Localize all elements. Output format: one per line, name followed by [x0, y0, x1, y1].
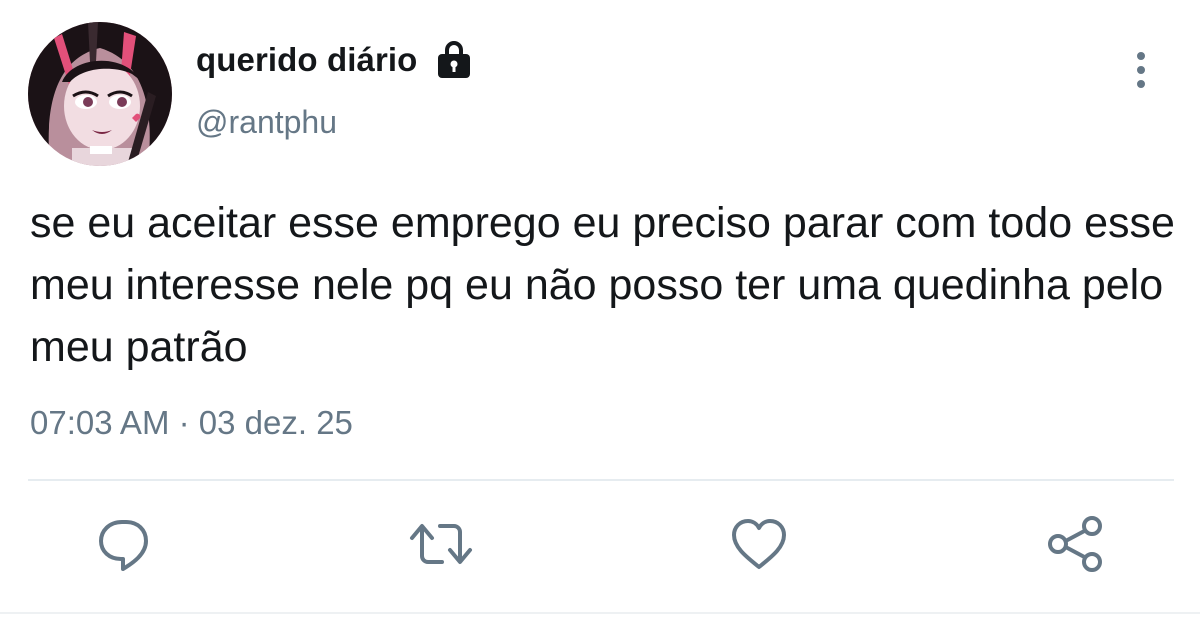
vertical-ellipsis-icon[interactable]	[1124, 50, 1158, 90]
display-name[interactable]: querido diário	[196, 41, 417, 79]
divider	[28, 479, 1174, 481]
heart-icon	[732, 519, 786, 569]
speech-bubble-icon	[99, 520, 148, 571]
lock-icon	[435, 40, 473, 80]
avatar-image	[28, 22, 172, 166]
tweet-date: 03 dez. 25	[198, 404, 353, 441]
meta-separator: ·	[178, 404, 190, 441]
user-handle[interactable]: @rantphu	[196, 104, 337, 141]
bottom-divider	[0, 612, 1200, 614]
retweet-icon	[410, 524, 472, 564]
reply-button[interactable]	[96, 514, 156, 574]
share-button[interactable]	[1046, 514, 1106, 574]
user-name-row: querido diário	[196, 40, 473, 80]
retweet-button[interactable]	[408, 514, 472, 574]
share-icon	[1048, 516, 1102, 572]
like-button[interactable]	[728, 514, 788, 574]
tweet-time: 07:03 AM	[30, 404, 170, 441]
tweet-timestamp[interactable]: 07:03 AM · 03 dez. 25	[30, 404, 353, 442]
tweet-text: se eu aceitar esse emprego eu preciso pa…	[30, 199, 1175, 371]
avatar[interactable]	[28, 22, 172, 166]
